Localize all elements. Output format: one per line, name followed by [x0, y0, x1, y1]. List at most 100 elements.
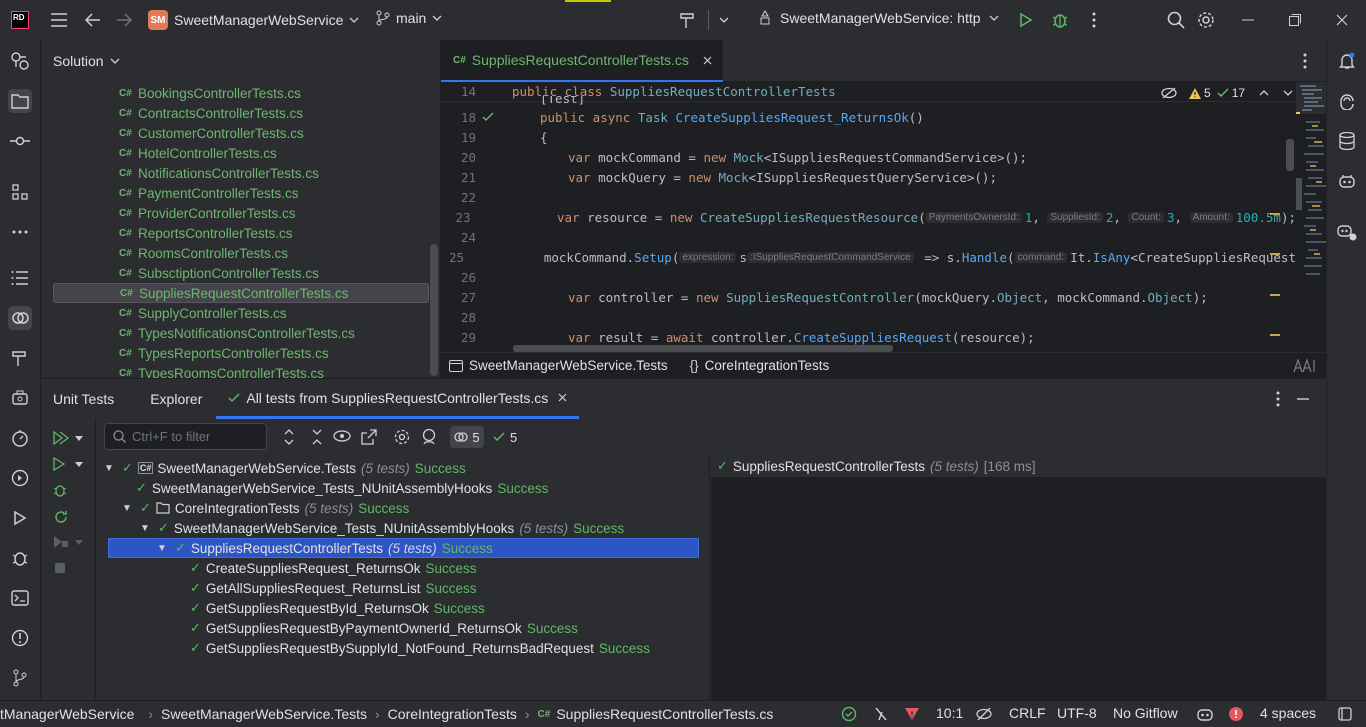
- project-selector[interactable]: SM SweetManagerWebService: [148, 10, 359, 30]
- solution-file-row[interactable]: C# TypesReportsControllerTests.cs: [53, 343, 429, 363]
- run-icon[interactable]: [8, 506, 32, 530]
- main-menu-icon[interactable]: [45, 6, 73, 34]
- run-configuration-selector[interactable]: SweetManagerWebService: http: [758, 10, 999, 26]
- copilot-status-icon[interactable]: [1196, 706, 1214, 722]
- restore-window-icon[interactable]: [1281, 6, 1309, 34]
- stop-icon[interactable]: [55, 563, 65, 573]
- run-icon[interactable]: [1012, 6, 1040, 34]
- todo-list-icon[interactable]: [8, 266, 32, 290]
- tree-node-namespace[interactable]: ▼ ✓ CoreIntegrationTests (5 tests) Success: [122, 498, 409, 518]
- hide-panel-icon[interactable]: [1297, 398, 1309, 400]
- back-arrow-icon[interactable]: [79, 6, 107, 34]
- solution-wide-errors-icon[interactable]: [904, 707, 920, 721]
- database-icon[interactable]: [1335, 129, 1359, 153]
- expand-all-icon[interactable]: [283, 429, 295, 445]
- more-horizontal-icon[interactable]: [8, 220, 32, 244]
- solution-file-row[interactable]: C# BookingsControllerTests.cs: [53, 83, 429, 103]
- close-icon[interactable]: [558, 393, 567, 402]
- build-hammer-icon[interactable]: [674, 6, 702, 34]
- solution-file-row[interactable]: C# ProviderControllerTests.cs: [53, 203, 429, 223]
- debug-icon[interactable]: [8, 546, 32, 570]
- indent-setting[interactable]: 4 spaces: [1254, 705, 1322, 721]
- endpoints-icon[interactable]: [8, 466, 32, 490]
- more-vertical-icon[interactable]: [1303, 53, 1307, 69]
- solution-file-row[interactable]: C# TypesNotificationsControllerTests.cs: [53, 323, 429, 343]
- folder-icon[interactable]: [8, 89, 32, 113]
- solution-scrollbar[interactable]: [430, 244, 438, 376]
- more-vertical-icon[interactable]: [1080, 6, 1108, 34]
- cover-tests-button[interactable]: [53, 535, 83, 549]
- readonly-toggle-icon[interactable]: [976, 706, 992, 722]
- tree-node-test-class-selected[interactable]: ▼ ✓ SuppliesRequestControllerTests (5 tes…: [108, 538, 699, 558]
- memory-lock-icon[interactable]: [1338, 707, 1352, 721]
- code-area[interactable]: 14 public class SuppliesRequestControlle…: [441, 82, 1296, 352]
- rider-logo-icon[interactable]: RD: [6, 6, 34, 34]
- status-crumb-project[interactable]: SweetManagerWebService.Tests: [161, 706, 367, 722]
- tab-unit-tests[interactable]: Unit Tests: [41, 379, 126, 419]
- inspection-widget[interactable]: 5 17: [1161, 86, 1293, 100]
- close-icon[interactable]: [703, 56, 712, 65]
- solution-file-row-selected[interactable]: C# SuppliesRequestControllerTests.cs: [53, 283, 429, 303]
- chevron-down-icon[interactable]: ▼: [157, 543, 167, 554]
- file-encoding[interactable]: UTF-8: [1051, 705, 1103, 721]
- gitflow-status[interactable]: No Gitflow: [1107, 705, 1184, 721]
- editor-vertical-scrollbar[interactable]: [1286, 139, 1294, 171]
- copilot-chat-icon[interactable]: [1335, 220, 1359, 244]
- gear-icon[interactable]: [1192, 6, 1220, 34]
- close-window-icon[interactable]: [1328, 6, 1356, 34]
- solution-file-row[interactable]: C# TypesRoomsControllerTests.cs: [53, 363, 429, 379]
- unit-tests-icon[interactable]: [8, 306, 32, 330]
- chevron-down-icon[interactable]: [1283, 90, 1293, 96]
- export-icon[interactable]: [361, 429, 377, 445]
- copilot-icon[interactable]: [1335, 169, 1359, 193]
- solution-file-row[interactable]: C# SubsctiptionControllerTests.cs: [53, 263, 429, 283]
- terminal-icon[interactable]: [8, 586, 32, 610]
- problems-icon[interactable]: [8, 626, 32, 650]
- tree-node-project[interactable]: ▼ ✓ C# SweetManagerWebService.Tests (5 te…: [104, 458, 466, 478]
- build-options-chevron-icon[interactable]: [710, 6, 738, 34]
- show-hidden-icon[interactable]: [333, 430, 351, 442]
- solution-file-row[interactable]: C# SupplyControllerTests.cs: [53, 303, 429, 323]
- run-test-gutter-icon[interactable]: [482, 111, 496, 123]
- rerun-tests-button[interactable]: [53, 509, 69, 525]
- test-detail-header[interactable]: ✓ SuppliesRequestControllerTests (5 test…: [711, 455, 1326, 477]
- test-session-icon[interactable]: [420, 428, 438, 446]
- debug-tests-button[interactable]: [53, 483, 67, 497]
- solution-file-row[interactable]: C# CustomerControllerTests.cs: [53, 123, 429, 143]
- tree-node-test[interactable]: ✓ GetSuppliesRequestById_ReturnsOk Succes…: [190, 598, 485, 618]
- solution-file-row[interactable]: C# RoomsControllerTests.cs: [53, 243, 429, 263]
- line-ending[interactable]: CRLF: [1003, 705, 1052, 721]
- ai-chat-icon[interactable]: [1335, 89, 1359, 113]
- chevron-down-icon[interactable]: ▼: [140, 523, 150, 534]
- chevron-down-icon[interactable]: ▼: [104, 463, 114, 474]
- run-selected-button[interactable]: [53, 457, 83, 471]
- notifications-bell-icon[interactable]: [1335, 49, 1359, 73]
- unit-tests-coverage-icon[interactable]: [8, 49, 32, 73]
- inspection-ok-icon[interactable]: [841, 706, 857, 722]
- solution-file-row[interactable]: C# NotificationsControllerTests.cs: [53, 163, 429, 183]
- tree-node-test[interactable]: ✓ GetAllSuppliesRequest_ReturnsList Succe…: [190, 578, 477, 598]
- chevron-up-icon[interactable]: [1259, 90, 1269, 96]
- solution-file-row[interactable]: C# PaymentControllerTests.cs: [53, 183, 429, 203]
- chevron-down-icon[interactable]: ▼: [122, 503, 132, 514]
- status-crumb-file[interactable]: C# SuppliesRequestControllerTests.cs: [538, 706, 774, 722]
- cursor-position[interactable]: 10:1: [930, 705, 969, 721]
- collapse-all-icon[interactable]: [311, 429, 323, 445]
- profiler-icon[interactable]: [8, 426, 32, 450]
- more-vertical-icon[interactable]: [1276, 391, 1280, 407]
- structure-icon[interactable]: [8, 180, 32, 204]
- tree-node-test[interactable]: ✓ CreateSuppliesRequest_ReturnsOk Success: [190, 558, 477, 578]
- status-crumb-solution[interactable]: tManagerWebService: [0, 706, 140, 722]
- status-crumb-namespace[interactable]: CoreIntegrationTests: [388, 706, 517, 722]
- code-cleanup-icon[interactable]: [874, 706, 888, 722]
- solution-file-row[interactable]: C# ReportsControllerTests.cs: [53, 223, 429, 243]
- debug-icon[interactable]: [1046, 6, 1074, 34]
- filter-all-tests-toggle[interactable]: 5: [450, 426, 484, 448]
- ai-assistant-icon[interactable]: [1293, 359, 1319, 373]
- filter-input[interactable]: Ctrl+F to filter: [104, 423, 267, 450]
- tab-all-tests-session[interactable]: All tests from SuppliesRequestController…: [216, 379, 580, 419]
- breadcrumb-namespace[interactable]: CoreIntegrationTests: [705, 358, 830, 373]
- tree-node-test[interactable]: ✓ GetSuppliesRequestByPaymentOwnerId_Ret…: [190, 618, 578, 638]
- commit-icon[interactable]: [8, 129, 32, 153]
- search-icon[interactable]: [1162, 6, 1190, 34]
